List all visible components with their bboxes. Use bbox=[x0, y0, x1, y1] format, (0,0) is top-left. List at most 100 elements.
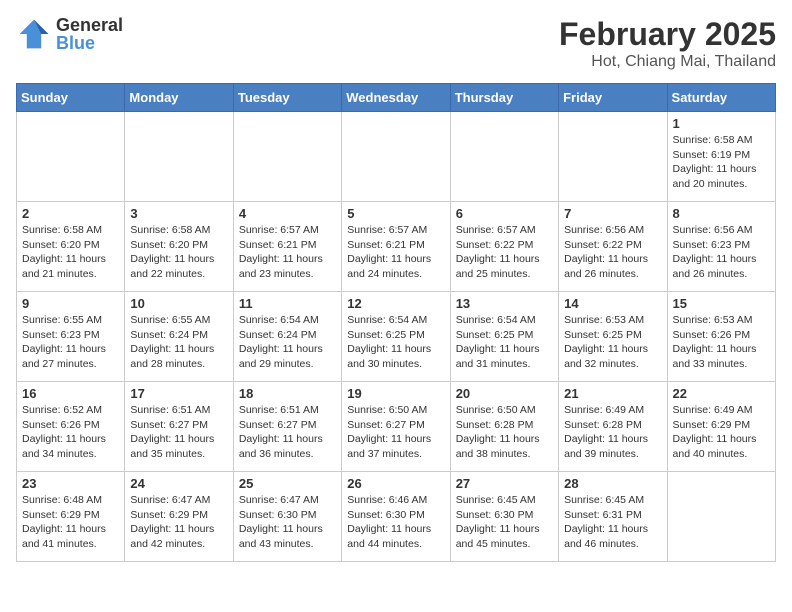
day-number: 22 bbox=[673, 386, 770, 401]
calendar-week-row: 23 Sunrise: 6:48 AM Sunset: 6:29 PM Dayli… bbox=[17, 472, 776, 562]
calendar-table: SundayMondayTuesdayWednesdayThursdayFrid… bbox=[16, 83, 776, 562]
day-number: 25 bbox=[239, 476, 336, 491]
calendar-day-15: 15 Sunrise: 6:53 AM Sunset: 6:26 PM Dayli… bbox=[667, 292, 775, 382]
day-number: 21 bbox=[564, 386, 661, 401]
calendar-day-6: 6 Sunrise: 6:57 AM Sunset: 6:22 PM Daylig… bbox=[450, 202, 558, 292]
calendar-week-row: 16 Sunrise: 6:52 AM Sunset: 6:26 PM Dayli… bbox=[17, 382, 776, 472]
day-info: Sunrise: 6:47 AM Sunset: 6:29 PM Dayligh… bbox=[130, 493, 227, 552]
weekday-header-wednesday: Wednesday bbox=[342, 84, 450, 112]
calendar-day-12: 12 Sunrise: 6:54 AM Sunset: 6:25 PM Dayli… bbox=[342, 292, 450, 382]
day-info: Sunrise: 6:47 AM Sunset: 6:30 PM Dayligh… bbox=[239, 493, 336, 552]
day-number: 6 bbox=[456, 206, 553, 221]
header: General Blue February 2025 Hot, Chiang M… bbox=[16, 16, 776, 71]
calendar-day-26: 26 Sunrise: 6:46 AM Sunset: 6:30 PM Dayli… bbox=[342, 472, 450, 562]
calendar-empty-cell bbox=[17, 112, 125, 202]
day-info: Sunrise: 6:54 AM Sunset: 6:25 PM Dayligh… bbox=[456, 313, 553, 372]
calendar-day-20: 20 Sunrise: 6:50 AM Sunset: 6:28 PM Dayli… bbox=[450, 382, 558, 472]
day-number: 9 bbox=[22, 296, 119, 311]
day-number: 15 bbox=[673, 296, 770, 311]
day-number: 7 bbox=[564, 206, 661, 221]
day-number: 11 bbox=[239, 296, 336, 311]
day-number: 4 bbox=[239, 206, 336, 221]
weekday-header-monday: Monday bbox=[125, 84, 233, 112]
day-info: Sunrise: 6:52 AM Sunset: 6:26 PM Dayligh… bbox=[22, 403, 119, 462]
day-number: 20 bbox=[456, 386, 553, 401]
day-info: Sunrise: 6:58 AM Sunset: 6:19 PM Dayligh… bbox=[673, 133, 770, 192]
day-number: 26 bbox=[347, 476, 444, 491]
day-number: 2 bbox=[22, 206, 119, 221]
calendar-day-3: 3 Sunrise: 6:58 AM Sunset: 6:20 PM Daylig… bbox=[125, 202, 233, 292]
day-number: 27 bbox=[456, 476, 553, 491]
calendar-day-1: 1 Sunrise: 6:58 AM Sunset: 6:19 PM Daylig… bbox=[667, 112, 775, 202]
calendar-day-23: 23 Sunrise: 6:48 AM Sunset: 6:29 PM Dayli… bbox=[17, 472, 125, 562]
calendar-day-28: 28Sunrise: 6:45 AM Sunset: 6:31 PM Dayli… bbox=[559, 472, 667, 562]
calendar-week-row: 1 Sunrise: 6:58 AM Sunset: 6:19 PM Daylig… bbox=[17, 112, 776, 202]
calendar-empty-cell bbox=[233, 112, 341, 202]
day-number: 12 bbox=[347, 296, 444, 311]
calendar-empty-cell bbox=[125, 112, 233, 202]
day-info: Sunrise: 6:51 AM Sunset: 6:27 PM Dayligh… bbox=[130, 403, 227, 462]
day-number: 13 bbox=[456, 296, 553, 311]
day-info: Sunrise: 6:57 AM Sunset: 6:21 PM Dayligh… bbox=[347, 223, 444, 282]
calendar-week-row: 9 Sunrise: 6:55 AM Sunset: 6:23 PM Daylig… bbox=[17, 292, 776, 382]
day-info: Sunrise: 6:46 AM Sunset: 6:30 PM Dayligh… bbox=[347, 493, 444, 552]
day-info: Sunrise: 6:55 AM Sunset: 6:23 PM Dayligh… bbox=[22, 313, 119, 372]
calendar-week-row: 2 Sunrise: 6:58 AM Sunset: 6:20 PM Daylig… bbox=[17, 202, 776, 292]
day-info: Sunrise: 6:54 AM Sunset: 6:24 PM Dayligh… bbox=[239, 313, 336, 372]
day-info: Sunrise: 6:53 AM Sunset: 6:25 PM Dayligh… bbox=[564, 313, 661, 372]
calendar-day-8: 8Sunrise: 6:56 AM Sunset: 6:23 PM Daylig… bbox=[667, 202, 775, 292]
calendar-day-7: 7Sunrise: 6:56 AM Sunset: 6:22 PM Daylig… bbox=[559, 202, 667, 292]
day-number: 3 bbox=[130, 206, 227, 221]
calendar-day-19: 19 Sunrise: 6:50 AM Sunset: 6:27 PM Dayli… bbox=[342, 382, 450, 472]
calendar-day-24: 24 Sunrise: 6:47 AM Sunset: 6:29 PM Dayli… bbox=[125, 472, 233, 562]
logo-general-text: General bbox=[56, 16, 123, 34]
day-number: 8 bbox=[673, 206, 770, 221]
day-info: Sunrise: 6:53 AM Sunset: 6:26 PM Dayligh… bbox=[673, 313, 770, 372]
calendar-day-17: 17 Sunrise: 6:51 AM Sunset: 6:27 PM Dayli… bbox=[125, 382, 233, 472]
day-info: Sunrise: 6:55 AM Sunset: 6:24 PM Dayligh… bbox=[130, 313, 227, 372]
calendar-day-27: 27 Sunrise: 6:45 AM Sunset: 6:30 PM Dayli… bbox=[450, 472, 558, 562]
weekday-header-sunday: Sunday bbox=[17, 84, 125, 112]
day-number: 24 bbox=[130, 476, 227, 491]
calendar-day-10: 10 Sunrise: 6:55 AM Sunset: 6:24 PM Dayli… bbox=[125, 292, 233, 382]
day-info: Sunrise: 6:50 AM Sunset: 6:27 PM Dayligh… bbox=[347, 403, 444, 462]
day-number: 18 bbox=[239, 386, 336, 401]
calendar-day-13: 13 Sunrise: 6:54 AM Sunset: 6:25 PM Dayli… bbox=[450, 292, 558, 382]
day-info: Sunrise: 6:57 AM Sunset: 6:22 PM Dayligh… bbox=[456, 223, 553, 282]
day-number: 19 bbox=[347, 386, 444, 401]
calendar-day-9: 9 Sunrise: 6:55 AM Sunset: 6:23 PM Daylig… bbox=[17, 292, 125, 382]
day-number: 28 bbox=[564, 476, 661, 491]
weekday-header-saturday: Saturday bbox=[667, 84, 775, 112]
calendar-empty-cell bbox=[342, 112, 450, 202]
logo-blue-text: Blue bbox=[56, 34, 123, 52]
weekday-header-tuesday: Tuesday bbox=[233, 84, 341, 112]
day-number: 17 bbox=[130, 386, 227, 401]
weekday-header-friday: Friday bbox=[559, 84, 667, 112]
day-number: 1 bbox=[673, 116, 770, 131]
location-title: Hot, Chiang Mai, Thailand bbox=[559, 53, 776, 71]
calendar-day-14: 14 Sunrise: 6:53 AM Sunset: 6:25 PM Dayli… bbox=[559, 292, 667, 382]
day-info: Sunrise: 6:54 AM Sunset: 6:25 PM Dayligh… bbox=[347, 313, 444, 372]
day-number: 14 bbox=[564, 296, 661, 311]
day-info: Sunrise: 6:50 AM Sunset: 6:28 PM Dayligh… bbox=[456, 403, 553, 462]
logo-text: General Blue bbox=[56, 16, 123, 52]
day-number: 10 bbox=[130, 296, 227, 311]
day-info: Sunrise: 6:57 AM Sunset: 6:21 PM Dayligh… bbox=[239, 223, 336, 282]
day-number: 16 bbox=[22, 386, 119, 401]
day-info: Sunrise: 6:58 AM Sunset: 6:20 PM Dayligh… bbox=[130, 223, 227, 282]
weekday-header-row: SundayMondayTuesdayWednesdayThursdayFrid… bbox=[17, 84, 776, 112]
calendar-day-2: 2Sunrise: 6:58 AM Sunset: 6:20 PM Daylig… bbox=[17, 202, 125, 292]
day-number: 23 bbox=[22, 476, 119, 491]
day-number: 5 bbox=[347, 206, 444, 221]
calendar-empty-cell bbox=[450, 112, 558, 202]
calendar-day-25: 25 Sunrise: 6:47 AM Sunset: 6:30 PM Dayli… bbox=[233, 472, 341, 562]
calendar-day-21: 21Sunrise: 6:49 AM Sunset: 6:28 PM Dayli… bbox=[559, 382, 667, 472]
title-area: February 2025 Hot, Chiang Mai, Thailand bbox=[559, 16, 776, 71]
calendar-day-5: 5 Sunrise: 6:57 AM Sunset: 6:21 PM Daylig… bbox=[342, 202, 450, 292]
logo: General Blue bbox=[16, 16, 123, 52]
day-info: Sunrise: 6:51 AM Sunset: 6:27 PM Dayligh… bbox=[239, 403, 336, 462]
day-info: Sunrise: 6:49 AM Sunset: 6:29 PM Dayligh… bbox=[673, 403, 770, 462]
day-info: Sunrise: 6:45 AM Sunset: 6:30 PM Dayligh… bbox=[456, 493, 553, 552]
calendar-day-11: 11 Sunrise: 6:54 AM Sunset: 6:24 PM Dayli… bbox=[233, 292, 341, 382]
day-info: Sunrise: 6:48 AM Sunset: 6:29 PM Dayligh… bbox=[22, 493, 119, 552]
